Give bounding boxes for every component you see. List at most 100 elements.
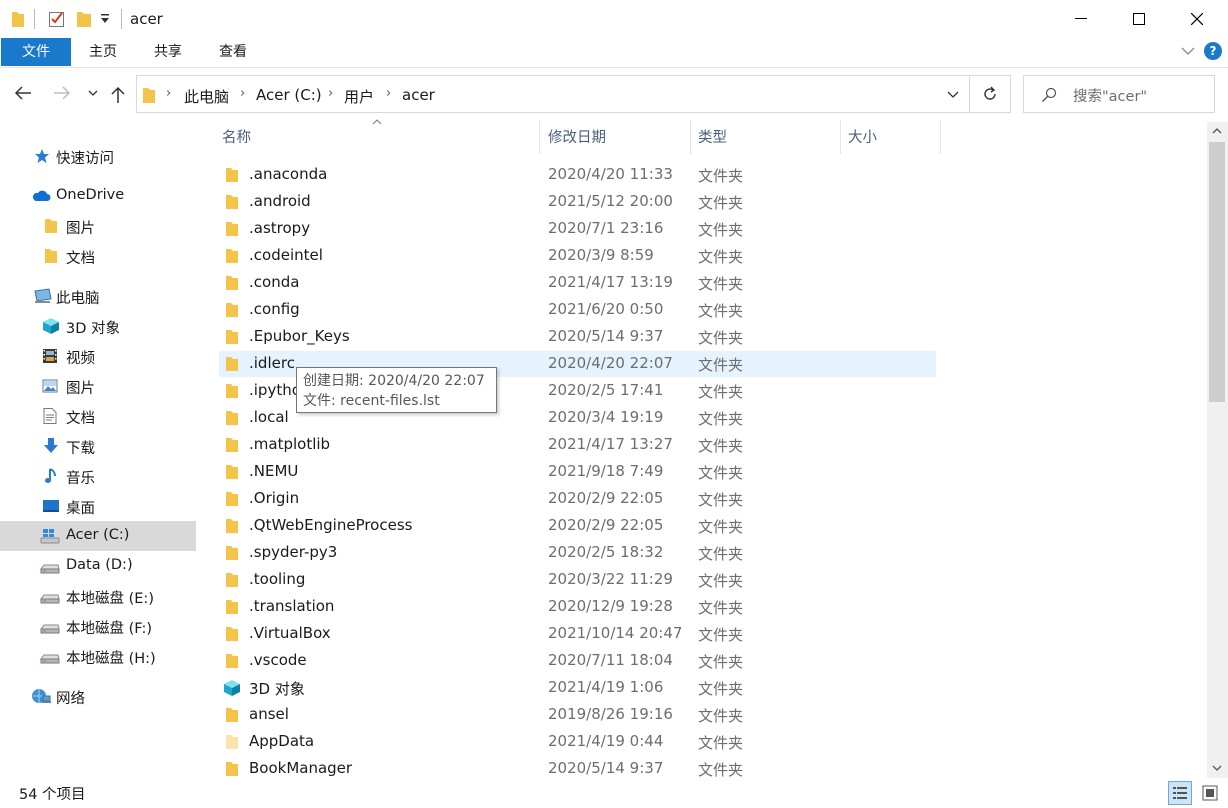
file-row[interactable]: .codeintel 2020/3/9 8:59 文件夹: [219, 243, 936, 269]
column-header-size[interactable]: 大小: [848, 126, 877, 152]
nav-item-3d-objects[interactable]: 3D 对象: [0, 311, 196, 341]
file-row[interactable]: .anaconda 2020/4/20 11:33 文件夹: [219, 162, 936, 188]
ribbon-expand-chevron-icon[interactable]: [1181, 46, 1195, 56]
file-row[interactable]: .Epubor_Keys 2020/5/14 9:37 文件夹: [219, 324, 936, 350]
folder-icon: [225, 167, 241, 183]
file-row[interactable]: .matplotlib 2021/4/17 13:27 文件夹: [219, 432, 936, 458]
nav-item-videos[interactable]: 视频: [0, 341, 196, 371]
nav-label: 本地磁盘 (E:): [66, 591, 154, 607]
breadcrumb-separator-icon[interactable]: ›: [328, 86, 333, 101]
file-modified-date: 2021/6/20 0:50: [548, 300, 664, 318]
network-icon: [31, 688, 51, 704]
nav-item-drive-d[interactable]: Data (D:): [0, 551, 196, 581]
file-row[interactable]: .VirtualBox 2021/10/14 20:47 文件夹: [219, 621, 936, 647]
file-modified-date: 2021/5/12 20:00: [548, 192, 673, 210]
new-folder-icon[interactable]: [76, 9, 92, 29]
folder-icon: [225, 599, 241, 615]
up-arrow-icon[interactable]: [111, 86, 125, 104]
folder-icon: [225, 545, 241, 561]
details-view-button[interactable]: [1168, 781, 1192, 805]
back-arrow-icon[interactable]: [14, 86, 32, 100]
file-row[interactable]: .android 2021/5/12 20:00 文件夹: [219, 189, 936, 215]
column-header-modified[interactable]: 修改日期: [548, 126, 606, 152]
breadcrumb-users[interactable]: 用户: [344, 86, 374, 107]
file-row[interactable]: .tooling 2020/3/22 11:29 文件夹: [219, 567, 936, 593]
drive-icon: [40, 588, 60, 604]
nav-item-downloads[interactable]: 下载: [0, 431, 196, 461]
address-bar[interactable]: › 此电脑 › Acer (C:) › 用户 › acer: [136, 75, 970, 113]
breadcrumb-drive-c[interactable]: Acer (C:): [256, 86, 322, 104]
cloud-icon: [31, 188, 51, 204]
nav-item-quick-access[interactable]: 快速访问: [0, 141, 196, 171]
file-row[interactable]: ansel 2019/8/26 19:16 文件夹: [219, 702, 936, 728]
nav-item-drive-f[interactable]: 本地磁盘 (F:): [0, 611, 196, 641]
customize-toolbar-dropdown-icon[interactable]: [100, 13, 110, 33]
file-row[interactable]: AppData 2021/4/19 0:44 文件夹: [219, 729, 936, 755]
column-divider[interactable]: [840, 120, 841, 154]
nav-item-onedrive-pictures[interactable]: 图片: [0, 211, 196, 241]
maximize-button[interactable]: [1110, 0, 1168, 38]
nav-item-drive-e[interactable]: 本地磁盘 (E:): [0, 581, 196, 611]
breadcrumb-this-pc[interactable]: 此电脑: [184, 86, 229, 107]
file-modified-date: 2020/3/4 19:19: [548, 408, 664, 426]
help-icon[interactable]: ?: [1204, 42, 1222, 60]
minimize-button[interactable]: [1052, 0, 1110, 38]
column-divider[interactable]: [690, 120, 691, 154]
file-row[interactable]: .config 2021/6/20 0:50 文件夹: [219, 297, 936, 323]
file-name: .config: [249, 300, 300, 318]
breadcrumb-acer[interactable]: acer: [402, 86, 435, 104]
nav-item-drive-h[interactable]: 本地磁盘 (H:): [0, 641, 196, 671]
folder-icon: [225, 248, 241, 264]
tab-home[interactable]: 主页: [78, 38, 128, 66]
nav-item-documents[interactable]: 文档: [0, 401, 196, 431]
file-row[interactable]: .vscode 2020/7/11 18:04 文件夹: [219, 648, 936, 674]
file-row[interactable]: .QtWebEngineProcess 2020/2/9 22:05 文件夹: [219, 513, 936, 539]
large-icons-view-button[interactable]: [1198, 781, 1222, 805]
nav-item-music[interactable]: 音乐: [0, 461, 196, 491]
toolbar-divider: [34, 9, 35, 29]
vertical-scrollbar[interactable]: [1207, 122, 1228, 778]
nav-item-this-pc[interactable]: 此电脑: [0, 281, 196, 311]
file-name: .translation: [249, 597, 335, 615]
search-input[interactable]: 搜索"acer": [1023, 75, 1215, 113]
column-divider[interactable]: [539, 120, 540, 154]
file-row[interactable]: .conda 2021/4/17 13:19 文件夹: [219, 270, 936, 296]
nav-item-onedrive[interactable]: OneDrive: [0, 181, 196, 211]
address-dropdown-chevron-icon[interactable]: [947, 91, 959, 99]
folder-icon: [44, 218, 60, 234]
file-row[interactable]: BookManager 2020/5/14 9:37 文件夹: [219, 756, 936, 778]
tab-share[interactable]: 共享: [143, 38, 193, 66]
forward-arrow-icon[interactable]: [53, 86, 71, 100]
nav-item-desktop[interactable]: 桌面: [0, 491, 196, 521]
file-modified-date: 2021/9/18 7:49: [548, 462, 664, 480]
breadcrumb-separator-icon[interactable]: ›: [166, 86, 171, 101]
scroll-down-arrow-icon[interactable]: [1212, 765, 1222, 772]
column-header-type[interactable]: 类型: [698, 126, 727, 152]
file-type: 文件夹: [698, 707, 744, 725]
column-divider[interactable]: [940, 120, 941, 154]
file-row[interactable]: 3D 对象 2021/4/19 1:06 文件夹: [219, 675, 936, 701]
recent-locations-chevron-icon[interactable]: [88, 90, 98, 97]
nav-item-onedrive-documents[interactable]: 文档: [0, 241, 196, 271]
breadcrumb-separator-icon[interactable]: ›: [240, 86, 245, 101]
file-type: 文件夹: [698, 194, 744, 212]
file-row[interactable]: .spyder-py3 2020/2/5 18:32 文件夹: [219, 540, 936, 566]
nav-item-drive-c[interactable]: Acer (C:): [0, 521, 196, 551]
tab-file[interactable]: 文件: [1, 38, 71, 66]
tab-view[interactable]: 查看: [208, 38, 258, 66]
breadcrumb-separator-icon[interactable]: ›: [386, 86, 391, 101]
nav-item-network[interactable]: 网络: [0, 681, 196, 711]
file-row[interactable]: .Origin 2020/2/9 22:05 文件夹: [219, 486, 936, 512]
file-name: AppData: [249, 732, 315, 750]
file-row[interactable]: .astropy 2020/7/1 23:16 文件夹: [219, 216, 936, 242]
close-button[interactable]: [1168, 0, 1226, 38]
refresh-button[interactable]: [970, 75, 1011, 113]
column-header-name[interactable]: 名称: [222, 126, 251, 152]
file-row[interactable]: .translation 2020/12/9 19:28 文件夹: [219, 594, 936, 620]
scroll-up-arrow-icon[interactable]: [1212, 127, 1222, 134]
scrollbar-thumb[interactable]: [1209, 142, 1225, 402]
nav-label: Acer (C:): [66, 527, 130, 543]
properties-check-icon[interactable]: [48, 9, 66, 29]
file-row[interactable]: .NEMU 2021/9/18 7:49 文件夹: [219, 459, 936, 485]
nav-item-pictures[interactable]: 图片: [0, 371, 196, 401]
